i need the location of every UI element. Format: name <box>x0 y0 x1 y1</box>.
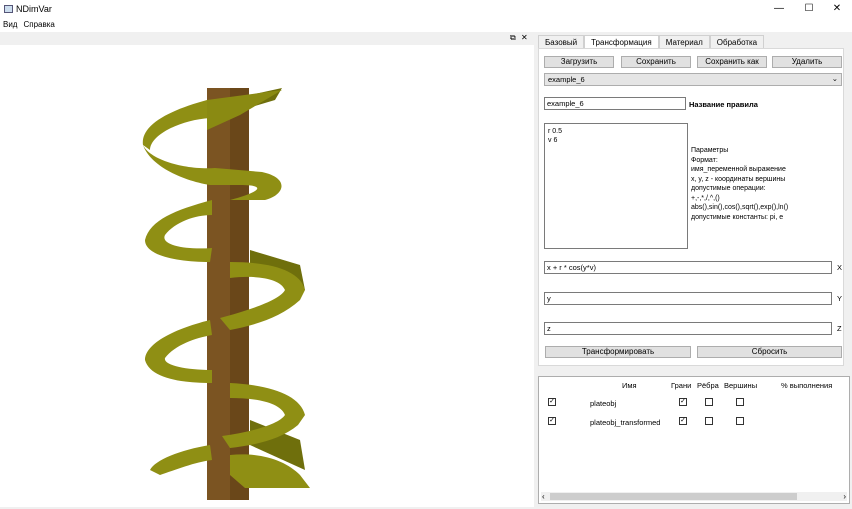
param-line: v 6 <box>548 137 558 144</box>
visible-checkbox[interactable]: ✓ <box>548 417 556 425</box>
help-line: Формат: <box>691 156 718 164</box>
maximize-button[interactable]: ☐ <box>794 0 824 18</box>
rule-select[interactable]: example_6 ⌄ <box>544 73 842 86</box>
rule-select-value: example_6 <box>548 75 585 84</box>
vertices-checkbox[interactable] <box>736 417 744 425</box>
load-button[interactable]: Загрузить <box>544 56 614 68</box>
y-label: Y <box>837 294 843 303</box>
object-name: plateobj_transformed <box>590 418 661 427</box>
tab-material[interactable]: Материал <box>658 35 710 49</box>
help-line: допустимые константы: pi, e <box>691 213 784 221</box>
scroll-right-icon[interactable]: › <box>843 492 846 501</box>
help-line: abs(),sin(),cos(),sqrt(),exp(),ln() <box>691 204 789 211</box>
z-label: Z <box>837 324 842 333</box>
scroll-left-icon[interactable]: ‹ <box>542 492 545 501</box>
object-name: plateobj <box>590 399 617 408</box>
header-progress: % выполнения <box>781 381 833 390</box>
save-as-button[interactable]: Сохранить как <box>697 56 767 68</box>
tab-bar: Базовый Трансформация Материал Обработка <box>538 35 765 49</box>
tab-processing[interactable]: Обработка <box>709 35 765 49</box>
title-bar: NDimVar — ☐ ✕ <box>0 0 852 18</box>
float-dock-icon[interactable]: ⧉ <box>510 33 516 43</box>
tab-content: Загрузить Сохранить Сохранить как Удалит… <box>538 48 844 366</box>
app-icon <box>4 5 13 13</box>
tab-basic[interactable]: Базовый <box>538 35 585 49</box>
faces-checkbox[interactable]: ✓ <box>679 398 687 406</box>
vertices-checkbox[interactable] <box>736 398 744 406</box>
faces-checkbox[interactable]: ✓ <box>679 417 687 425</box>
menu-view[interactable]: Вид <box>0 18 20 31</box>
header-edges: Рёбра <box>697 381 719 390</box>
header-vertices: Вершины <box>724 381 758 390</box>
header-faces: Грани <box>671 381 692 390</box>
param-line: r 0.5 <box>548 128 563 135</box>
header-name: Имя <box>622 381 637 390</box>
minimize-button[interactable]: — <box>764 0 794 18</box>
reset-button[interactable]: Сбросить <box>697 346 842 358</box>
close-dock-icon[interactable]: ✕ <box>521 33 528 42</box>
chevron-down-icon: ⌄ <box>831 74 838 83</box>
edges-checkbox[interactable] <box>705 398 713 406</box>
rule-name-label: Название правила <box>689 100 758 109</box>
params-textarea[interactable]: r 0.5 v 6 <box>544 123 688 249</box>
edges-checkbox[interactable] <box>705 417 713 425</box>
save-button[interactable]: Сохранить <box>621 56 691 68</box>
help-line: допустимые операции: <box>691 185 766 192</box>
x-expression-input[interactable]: x + r * cos(y*v) <box>544 261 832 274</box>
y-expression-input[interactable]: y <box>544 292 832 305</box>
help-line: +,-,*,/,^,() <box>691 194 720 202</box>
help-line: имя_переменной выражение <box>691 166 786 173</box>
help-line: x, y, z - координаты вершины <box>691 175 786 183</box>
menu-bar: Вид Справка <box>0 18 852 32</box>
rule-name-input[interactable]: example_6 <box>544 97 686 110</box>
delete-button[interactable]: Удалить <box>772 56 842 68</box>
window-title: NDimVar <box>16 4 52 14</box>
transform-button[interactable]: Трансформировать <box>545 346 691 358</box>
help-line: Параметры <box>691 147 729 154</box>
dock-header: ⧉ ✕ <box>0 32 534 45</box>
objects-table: Имя Грани Рёбра Вершины % выполнения ✓ p… <box>538 376 850 504</box>
scrollbar-thumb[interactable] <box>550 493 797 500</box>
3d-viewport[interactable] <box>0 32 534 507</box>
helix-scene <box>142 88 310 500</box>
menu-help[interactable]: Справка <box>20 18 57 31</box>
tab-transform[interactable]: Трансформация <box>584 35 659 49</box>
transform-panel: Базовый Трансформация Материал Обработка За… <box>536 32 852 367</box>
x-label: X <box>837 263 843 272</box>
z-expression-input[interactable]: z <box>544 322 832 335</box>
close-button[interactable]: ✕ <box>822 0 852 18</box>
visible-checkbox[interactable]: ✓ <box>548 398 556 406</box>
horizontal-scrollbar[interactable]: ‹ › <box>541 492 847 501</box>
format-help: Параметры Формат: имя_переменной выражен… <box>691 146 788 222</box>
